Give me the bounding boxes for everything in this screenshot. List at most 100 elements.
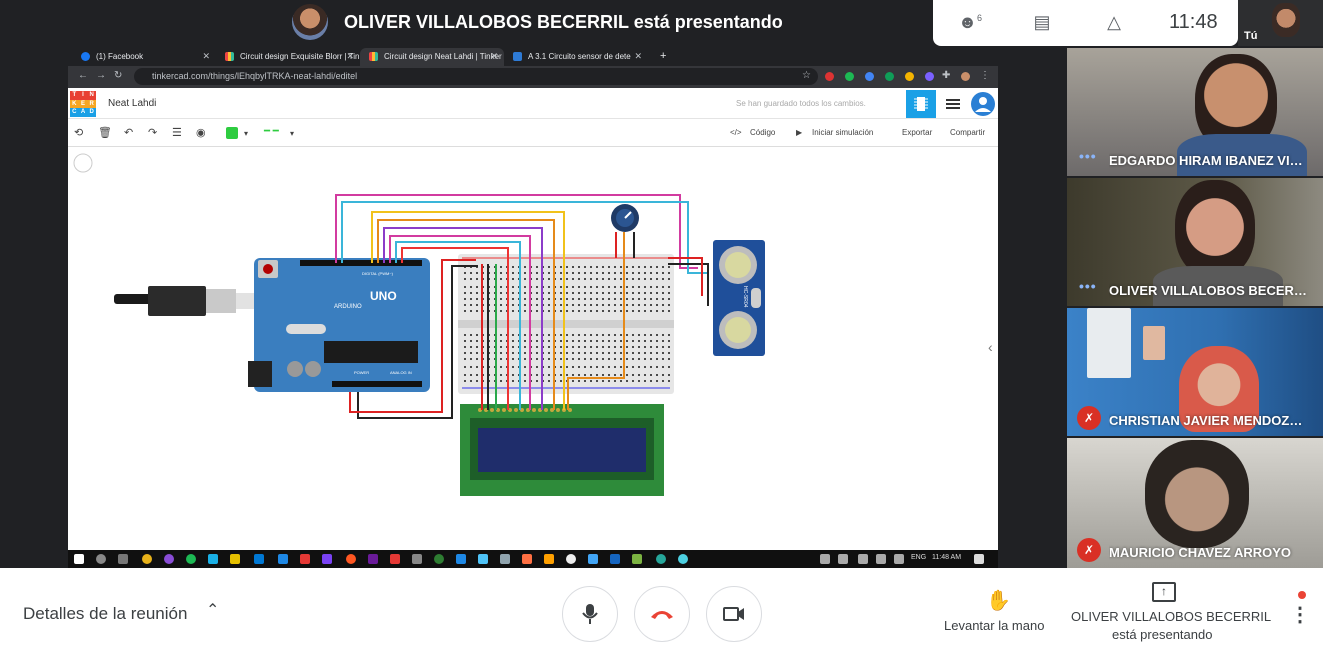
design-title[interactable]: Neat Lahdi	[108, 98, 156, 109]
extension-icon[interactable]	[865, 72, 874, 81]
tab-facebook[interactable]: (1) Facebook ✕	[72, 48, 216, 66]
breadboard[interactable]	[458, 254, 674, 394]
mic-button[interactable]	[562, 586, 618, 642]
tab-exquisite-blorr[interactable]: Circuit design Exquisite Blorr | Tin ✕	[216, 48, 360, 66]
redo-icon[interactable]: ↷	[148, 126, 157, 139]
app-icon[interactable]	[656, 554, 666, 564]
extension-icon[interactable]	[905, 72, 914, 81]
notifications-icon[interactable]	[974, 554, 984, 564]
windows-start-icon[interactable]	[74, 554, 84, 564]
app-icon[interactable]	[566, 554, 576, 564]
extension-icon[interactable]	[825, 72, 834, 81]
app-icon[interactable]	[588, 554, 598, 564]
wifi-icon[interactable]	[858, 554, 868, 564]
share-button[interactable]: Compartir	[950, 128, 985, 137]
folder-icon[interactable]	[230, 554, 240, 564]
vscode-icon[interactable]	[278, 554, 288, 564]
app-icon[interactable]	[254, 554, 264, 564]
app-icon[interactable]	[456, 554, 466, 564]
volume-icon[interactable]	[876, 554, 886, 564]
app-icon[interactable]	[208, 554, 218, 564]
tab-sensor-circuit[interactable]: A 3.1 Circuito sensor de dete ✕	[504, 48, 648, 66]
app-icon[interactable]	[522, 554, 532, 564]
close-icon[interactable]: ✕	[634, 51, 642, 62]
close-icon[interactable]: ✕	[202, 51, 210, 62]
back-icon[interactable]: ←	[78, 70, 88, 81]
potentiometer[interactable]	[611, 204, 639, 232]
app-icon[interactable]	[632, 554, 642, 564]
eye-icon[interactable]: ◉	[196, 126, 206, 139]
undo-icon[interactable]: ↶	[124, 126, 133, 139]
chevron-left-icon[interactable]: ‹	[988, 339, 993, 355]
app-icon[interactable]	[412, 554, 422, 564]
play-icon[interactable]: ▶	[796, 128, 802, 137]
task-view-icon[interactable]	[118, 554, 128, 564]
messenger-icon[interactable]	[164, 554, 174, 564]
export-button[interactable]: Exportar	[902, 128, 932, 137]
app-icon[interactable]	[322, 554, 332, 564]
profile-avatar[interactable]	[961, 72, 970, 81]
presenting-status-line1[interactable]: OLIVER VILLALOBOS BECERRIL	[1071, 609, 1271, 624]
taskbar-clock[interactable]: 11:48 AM	[932, 554, 961, 561]
chevron-down-icon[interactable]: ▾	[290, 129, 294, 138]
self-video-tile[interactable]: Tú	[1238, 0, 1323, 46]
app-icon[interactable]	[544, 554, 554, 564]
participant-tile[interactable]: ••• OLIVER VILLALOBOS BECERRIL	[1067, 178, 1323, 306]
language-indicator[interactable]: ENG	[911, 554, 926, 561]
search-icon[interactable]	[96, 554, 106, 564]
app-icon[interactable]	[500, 554, 510, 564]
new-tab-button[interactable]: +	[656, 48, 676, 66]
activities-icon[interactable]: △	[1101, 12, 1127, 34]
extension-icon[interactable]	[885, 72, 894, 81]
wire-style-icon[interactable]: ━ ━	[264, 126, 279, 137]
visual-studio-icon[interactable]	[368, 554, 378, 564]
tray-icon[interactable]	[820, 554, 830, 564]
browser-menu-icon[interactable]: ⋮	[980, 70, 990, 81]
camera-button[interactable]	[706, 586, 762, 642]
app-icon[interactable]	[390, 554, 400, 564]
bookmark-star-icon[interactable]: ☆	[802, 70, 811, 81]
app-icon[interactable]	[678, 554, 688, 564]
battery-icon[interactable]	[894, 554, 904, 564]
present-icon[interactable]: ↑	[1152, 582, 1176, 602]
chevron-up-icon[interactable]: ⌃	[206, 600, 219, 620]
notes-icon[interactable]: ☰	[172, 126, 182, 139]
app-icon[interactable]	[610, 554, 620, 564]
chat-icon[interactable]: ▤	[1029, 12, 1055, 34]
fit-view-icon[interactable]	[73, 153, 93, 173]
circuit-canvas[interactable]: ‹ UNO ARDUINO DIGITAL (PWM~) POWER ANALO…	[68, 148, 998, 550]
user-avatar[interactable]	[971, 92, 995, 116]
rotate-icon[interactable]: ⟲	[74, 126, 83, 139]
participant-tile[interactable]: ✗ MAURICIO CHAVEZ ARROYO	[1067, 438, 1323, 568]
close-icon[interactable]: ✕	[346, 51, 354, 62]
app-icon[interactable]	[434, 554, 444, 564]
app-icon[interactable]	[346, 554, 356, 564]
chrome-icon[interactable]	[142, 554, 152, 564]
start-simulation-button[interactable]: Iniciar simulación	[812, 128, 873, 137]
people-icon[interactable]: ☻6	[957, 12, 983, 34]
forward-icon[interactable]: →	[96, 70, 106, 81]
raise-hand-button[interactable]: Levantar la mano	[944, 618, 1044, 633]
trash-icon[interactable]: 🗑	[98, 126, 112, 139]
address-bar[interactable]: tinkercad.com/things/lEhqbylTRKA-neat-la…	[134, 68, 818, 85]
more-vert-icon[interactable]: ⋮	[1290, 602, 1310, 627]
presenting-status-line2[interactable]: está presentando	[1112, 627, 1212, 642]
reload-icon[interactable]: ↻	[114, 70, 122, 81]
component-list-button[interactable]	[938, 90, 968, 118]
meeting-details-button[interactable]: Detalles de la reunión	[23, 604, 187, 624]
participant-tile[interactable]: ••• EDGARDO HIRAM IBANEZ VILL...	[1067, 48, 1323, 176]
arduino-uno-board[interactable]: UNO ARDUINO DIGITAL (PWM~) POWER ANALOG …	[248, 258, 430, 392]
app-icon[interactable]	[478, 554, 488, 564]
extension-icon[interactable]	[925, 72, 934, 81]
app-icon[interactable]	[300, 554, 310, 564]
hand-icon[interactable]: ✋	[986, 588, 1011, 613]
extensions-puzzle-icon[interactable]: ✚	[942, 70, 950, 81]
extension-icon[interactable]	[845, 72, 854, 81]
hangup-button[interactable]	[634, 586, 690, 642]
tab-neat-lahdi[interactable]: Circuit design Neat Lahdi | Tinker ✕	[360, 48, 504, 66]
lcd-display[interactable]	[460, 404, 664, 496]
chevron-down-icon[interactable]: ▾	[244, 129, 248, 138]
wire-color-swatch[interactable]	[226, 127, 238, 139]
participant-tile[interactable]: ✗ CHRISTIAN JAVIER MENDOZA ...	[1067, 308, 1323, 436]
tray-icon[interactable]	[838, 554, 848, 564]
